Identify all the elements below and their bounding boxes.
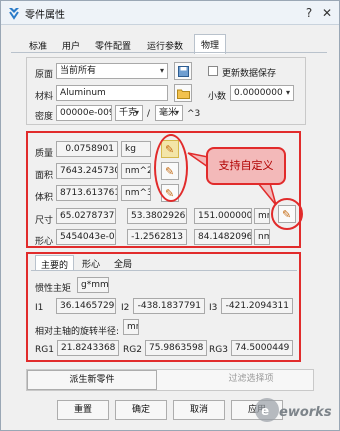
callout-pointer-2 — [257, 183, 277, 206]
eworks-watermark: e eworks — [255, 398, 332, 422]
material-library-button[interactable] — [174, 84, 192, 102]
inertia-tab-divider — [31, 270, 297, 271]
help-icon[interactable]: ? — [301, 5, 317, 21]
title-bar: 零件属性 ? ✕ — [1, 1, 339, 25]
inertia-moment-label: 惯性主矩 — [35, 284, 72, 294]
decimal-select[interactable]: 0.0000000 — [230, 85, 294, 101]
svg-text:eworks: eworks — [279, 405, 332, 420]
ok-button[interactable]: 确定 — [115, 400, 167, 420]
density-mass-unit-select[interactable]: 千克 — [115, 105, 143, 121]
centroid-z-field: 84.1482096 — [194, 229, 252, 245]
i2-field: -438.1837791 — [133, 298, 205, 314]
rg1-label: RG1 — [35, 345, 54, 355]
area-field: 7643.2457307 — [56, 163, 118, 179]
i1-field: 36.1465729 — [56, 298, 116, 314]
density-length-unit-select[interactable]: 毫米 — [155, 105, 183, 121]
reset-button[interactable]: 重置 — [57, 400, 109, 420]
density-exponent: ^3 — [187, 109, 201, 119]
rg2-field: 75.9863598 — [145, 340, 207, 356]
volume-field: 8713.6137617 — [56, 185, 118, 201]
centroid-label: 形心 — [35, 237, 54, 247]
i1-label: I1 — [35, 303, 44, 313]
callout-pointer — [187, 152, 208, 168]
update-save-checkbox[interactable] — [208, 66, 218, 76]
tab-physics[interactable]: 物理 — [194, 34, 227, 54]
tab-divider — [11, 52, 327, 53]
part-properties-window: 零件属性 ? ✕ 标准 用户 零件配置 运行参数 物理 原面 当前所有 更新数据… — [0, 0, 340, 431]
prototype-label: 原面 — [35, 70, 54, 80]
update-save-label: 更新数据保存 — [222, 69, 277, 79]
centroid-y-field: -1.2562813 — [127, 229, 187, 245]
save-icon — [178, 66, 189, 77]
centroid-x-field: 5454043e-004 — [56, 229, 116, 245]
size-x-field: 65.0278737 — [56, 208, 116, 224]
mass-unit: kg — [121, 141, 151, 157]
rg3-label: RG3 — [209, 345, 228, 355]
i3-field: -421.2094311 — [221, 298, 293, 314]
size-y-field: 53.3802926 — [127, 208, 187, 224]
size-z-field: 151.0000000 — [194, 208, 252, 224]
rg2-label: RG2 — [123, 345, 142, 355]
tab-principal[interactable]: 主要的 — [35, 255, 75, 271]
edit-buttons-highlight — [154, 134, 188, 202]
close-icon[interactable]: ✕ — [319, 5, 335, 21]
size-label: 尺寸 — [35, 216, 54, 226]
save-button[interactable] — [174, 62, 192, 80]
volume-unit: nm^3 — [121, 185, 151, 201]
cancel-button[interactable]: 取消 — [173, 400, 225, 420]
callout-custom-support: 支持自定义 — [206, 147, 286, 185]
material-field[interactable]: Aluminum — [56, 85, 168, 101]
mass-field: 0.0758901 — [56, 141, 118, 157]
window-title: 零件属性 — [25, 10, 65, 21]
density-separator: / — [147, 109, 151, 119]
material-label: 材料 — [35, 92, 54, 102]
app-logo-icon — [9, 8, 19, 20]
area-unit: nm^2 — [121, 163, 151, 179]
density-field[interactable]: 00000e-009 — [56, 105, 112, 121]
i2-label: I2 — [121, 303, 130, 313]
derive-new-part-button[interactable]: 派生新零件 — [27, 370, 157, 390]
gyration-label: 相对主轴的旋转半径: — [35, 327, 120, 337]
prototype-select[interactable]: 当前所有 — [56, 63, 168, 79]
svg-text:e: e — [261, 404, 269, 418]
area-label: 面积 — [35, 171, 54, 181]
filter-selection-button[interactable]: 过滤选择项 — [191, 370, 311, 390]
rg1-field: 21.8243368 — [57, 340, 119, 356]
gyration-unit: mm — [123, 319, 139, 335]
mass-label: 质量 — [35, 149, 54, 159]
volume-label: 体积 — [35, 193, 54, 203]
inertia-moment-unit: g*mm^2 — [77, 277, 109, 293]
decimal-label: 小数 — [208, 92, 227, 102]
centroid-unit: nm — [254, 229, 270, 245]
density-label: 密度 — [35, 112, 54, 122]
folder-icon — [177, 89, 190, 99]
size-unit: mm — [254, 208, 270, 224]
rg3-field: 74.5000449 — [231, 340, 293, 356]
i3-label: I3 — [209, 303, 218, 313]
